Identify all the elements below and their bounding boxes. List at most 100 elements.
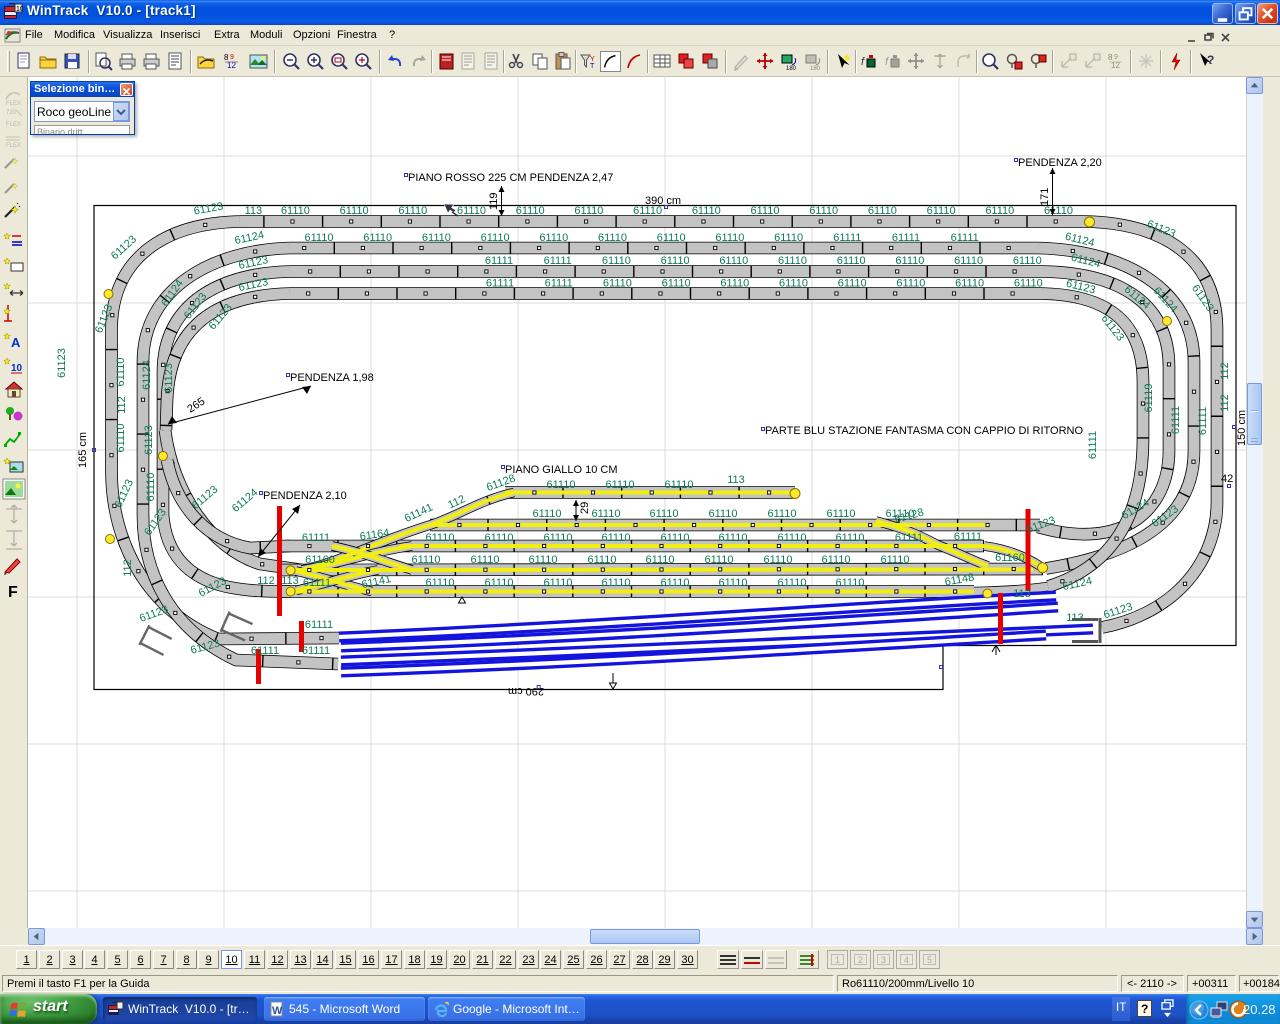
svg-text:61110: 61110 bbox=[774, 232, 803, 244]
svg-text:61110: 61110 bbox=[822, 554, 851, 566]
svg-text:112: 112 bbox=[116, 396, 128, 414]
svg-text:61111: 61111 bbox=[895, 532, 923, 544]
svg-text:61110: 61110 bbox=[340, 205, 369, 217]
svg-text:PIANO GIALLO 10 CM: PIANO GIALLO 10 CM bbox=[505, 464, 617, 476]
svg-text:61110: 61110 bbox=[1014, 278, 1043, 290]
svg-text:61110: 61110 bbox=[363, 232, 392, 244]
svg-text:61110: 61110 bbox=[838, 278, 867, 290]
svg-text:720: 720 bbox=[6, 110, 17, 116]
svg-text:61110: 61110 bbox=[955, 278, 984, 290]
svg-text:61110: 61110 bbox=[827, 508, 856, 520]
svg-text:61110: 61110 bbox=[809, 205, 838, 217]
svg-text:61110: 61110 bbox=[422, 232, 451, 244]
svg-text:f: f bbox=[861, 56, 865, 68]
svg-text:61110: 61110 bbox=[481, 232, 510, 244]
svg-text:61110: 61110 bbox=[606, 479, 635, 491]
svg-text:61110: 61110 bbox=[927, 205, 956, 217]
svg-text:61110: 61110 bbox=[764, 554, 793, 566]
svg-text:61110: 61110 bbox=[657, 232, 686, 244]
svg-text:61111: 61111 bbox=[486, 278, 514, 290]
svg-text:61160: 61160 bbox=[995, 552, 1025, 564]
svg-text:112: 112 bbox=[1219, 362, 1231, 380]
svg-text:F: F bbox=[8, 584, 18, 600]
svg-text:61110: 61110 bbox=[426, 532, 455, 544]
svg-text:61123: 61123 bbox=[143, 425, 155, 455]
svg-text:61160: 61160 bbox=[305, 554, 335, 566]
svg-text:61110: 61110 bbox=[529, 554, 558, 566]
svg-text:61110: 61110 bbox=[1013, 255, 1042, 267]
svg-text:61110: 61110 bbox=[485, 532, 514, 544]
svg-text:T: T bbox=[590, 63, 595, 70]
svg-text:61110: 61110 bbox=[836, 532, 865, 544]
svg-text:61110: 61110 bbox=[598, 232, 627, 244]
svg-text:61110: 61110 bbox=[115, 358, 127, 387]
svg-text:61110: 61110 bbox=[692, 205, 721, 217]
svg-text:61111: 61111 bbox=[545, 278, 573, 290]
svg-text:61123: 61123 bbox=[190, 484, 221, 512]
svg-text:61110: 61110 bbox=[547, 479, 576, 491]
svg-text:61111: 61111 bbox=[305, 619, 333, 631]
svg-text:61110: 61110 bbox=[412, 554, 441, 566]
svg-text:61110: 61110 bbox=[650, 508, 679, 520]
svg-text:61110: 61110 bbox=[778, 255, 807, 267]
svg-text:61123: 61123 bbox=[138, 603, 170, 624]
svg-text:61111: 61111 bbox=[892, 232, 920, 244]
svg-text:61110: 61110 bbox=[398, 205, 427, 217]
svg-text:61111: 61111 bbox=[302, 645, 330, 657]
svg-text:61110: 61110 bbox=[665, 479, 694, 491]
svg-text:61110: 61110 bbox=[574, 205, 603, 217]
svg-text:61110: 61110 bbox=[115, 424, 127, 453]
svg-text:61110: 61110 bbox=[661, 532, 690, 544]
svg-text:61110: 61110 bbox=[709, 508, 738, 520]
svg-text:290 cm: 290 cm bbox=[508, 685, 544, 697]
svg-text:61111: 61111 bbox=[544, 255, 572, 267]
svg-text:61110: 61110 bbox=[539, 232, 568, 244]
svg-text:61110: 61110 bbox=[881, 554, 910, 566]
svg-text:61110: 61110 bbox=[719, 577, 748, 589]
svg-text:61123: 61123 bbox=[56, 348, 68, 378]
svg-text:61110: 61110 bbox=[544, 577, 573, 589]
svg-text:42: 42 bbox=[1221, 473, 1233, 485]
svg-text:61110: 61110 bbox=[145, 473, 157, 502]
svg-text:61111: 61111 bbox=[1087, 431, 1099, 459]
svg-text:171: 171 bbox=[1039, 188, 1051, 206]
svg-text:61110: 61110 bbox=[281, 205, 310, 217]
svg-text:113: 113 bbox=[281, 575, 299, 587]
svg-text:9: 9 bbox=[230, 54, 234, 61]
svg-text:61110: 61110 bbox=[779, 278, 808, 290]
svg-text:61110: 61110 bbox=[485, 577, 514, 589]
svg-text:61110: 61110 bbox=[778, 532, 807, 544]
svg-text:61110: 61110 bbox=[471, 554, 500, 566]
svg-text:61110: 61110 bbox=[719, 255, 748, 267]
svg-text:113: 113 bbox=[1066, 612, 1084, 624]
svg-text:61110: 61110 bbox=[768, 508, 797, 520]
svg-text:61110: 61110 bbox=[602, 577, 631, 589]
svg-text:390 cm: 390 cm bbox=[645, 195, 681, 207]
svg-text:61110: 61110 bbox=[895, 255, 924, 267]
svg-text:61110: 61110 bbox=[705, 554, 734, 566]
svg-text:A: A bbox=[11, 335, 21, 350]
svg-text:265: 265 bbox=[185, 395, 207, 415]
svg-text:61111: 61111 bbox=[1197, 407, 1209, 435]
svg-text:113: 113 bbox=[245, 205, 263, 217]
svg-text:9: 9 bbox=[1114, 54, 1118, 61]
svg-text:FLEX: FLEX bbox=[6, 143, 21, 149]
svg-text:61110: 61110 bbox=[985, 205, 1014, 217]
svg-text:61110: 61110 bbox=[305, 232, 334, 244]
svg-text:61110: 61110 bbox=[646, 554, 675, 566]
svg-text:112: 112 bbox=[122, 559, 134, 577]
svg-text:61110: 61110 bbox=[719, 532, 748, 544]
svg-text:61110: 61110 bbox=[661, 577, 690, 589]
svg-text:61110: 61110 bbox=[868, 205, 897, 217]
svg-text:180: 180 bbox=[810, 66, 821, 72]
svg-text:61124: 61124 bbox=[230, 487, 261, 515]
svg-text:61110: 61110 bbox=[836, 577, 865, 589]
svg-text:?: ? bbox=[1207, 53, 1214, 67]
svg-text:61110: 61110 bbox=[426, 577, 455, 589]
svg-text:61110: 61110 bbox=[516, 205, 545, 217]
svg-text:61123: 61123 bbox=[193, 201, 224, 218]
svg-text:61110: 61110 bbox=[602, 532, 631, 544]
svg-text:PENDENZA 2,10: PENDENZA 2,10 bbox=[263, 490, 347, 502]
svg-text:61110: 61110 bbox=[896, 278, 925, 290]
svg-text:61110: 61110 bbox=[544, 532, 573, 544]
